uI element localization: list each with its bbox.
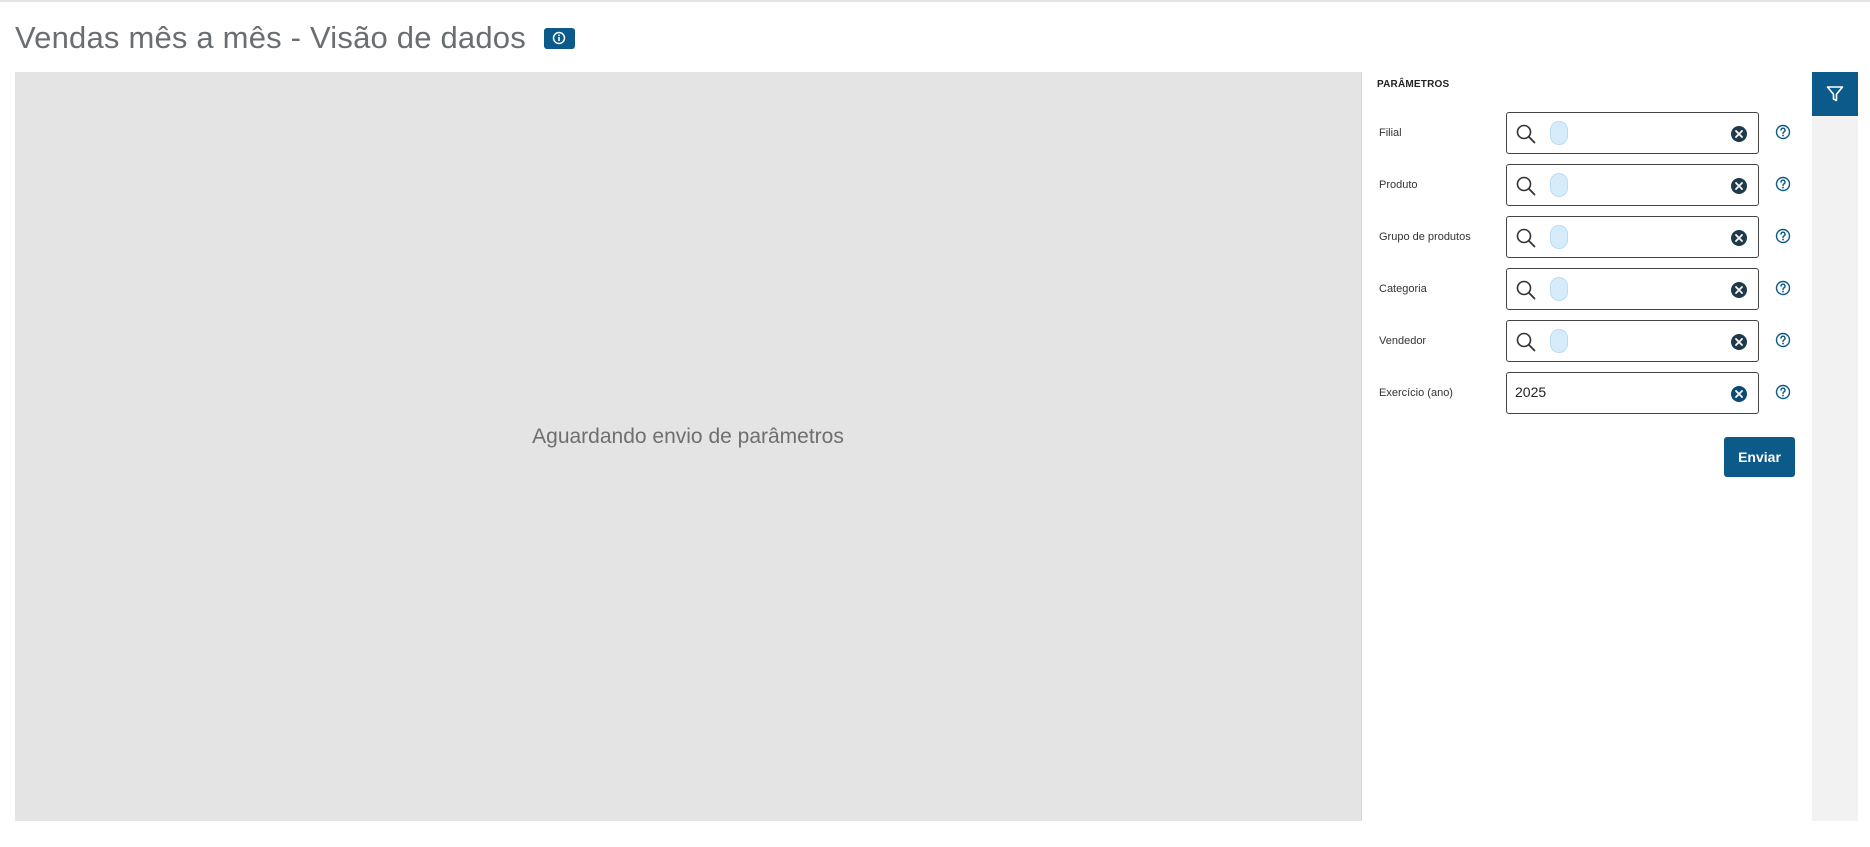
search-icon[interactable] <box>1515 175 1537 197</box>
help-icon[interactable] <box>1775 384 1791 400</box>
value-token[interactable] <box>1550 121 1568 145</box>
search-icon[interactable] <box>1515 331 1537 353</box>
value-token[interactable] <box>1550 277 1568 301</box>
param-row-produto: Produto <box>1379 164 1799 206</box>
preview-status-message: Aguardando envio de parâmetros <box>532 424 844 448</box>
side-rail <box>1812 72 1858 821</box>
filial-lookup-field[interactable] <box>1506 112 1759 154</box>
filter-toggle-button[interactable] <box>1812 72 1858 116</box>
page-header: Vendas mês a mês - Visão de dados <box>15 18 575 58</box>
value-token[interactable] <box>1550 225 1568 249</box>
value-token[interactable] <box>1550 329 1568 353</box>
param-row-categoria: Categoria <box>1379 268 1799 310</box>
clear-icon[interactable] <box>1730 385 1748 403</box>
grupo-de-produtos-lookup-field[interactable] <box>1506 216 1759 258</box>
info-icon <box>553 31 566 45</box>
param-row-vendedor: Vendedor <box>1379 320 1799 362</box>
clear-icon[interactable] <box>1730 281 1748 299</box>
help-icon[interactable] <box>1775 332 1791 348</box>
parameters-heading: PARÂMETROS <box>1377 79 1450 90</box>
param-row-grupo-de-produtos: Grupo de produtos <box>1379 216 1799 258</box>
param-row-exercicio: Exercício (ano) 2025 <box>1379 372 1799 414</box>
exercicio-input[interactable]: 2025 <box>1506 372 1759 414</box>
param-row-filial: Filial <box>1379 112 1799 154</box>
help-icon[interactable] <box>1775 176 1791 192</box>
info-button[interactable] <box>543 27 575 49</box>
help-icon[interactable] <box>1775 280 1791 296</box>
search-icon[interactable] <box>1515 123 1537 145</box>
param-label: Filial <box>1379 127 1402 139</box>
send-button[interactable]: Enviar <box>1724 437 1795 477</box>
produto-lookup-field[interactable] <box>1506 164 1759 206</box>
clear-icon[interactable] <box>1730 333 1748 351</box>
page-title: Vendas mês a mês - Visão de dados <box>15 20 526 55</box>
param-label: Vendedor <box>1379 335 1427 347</box>
report-preview-area: Aguardando envio de parâmetros <box>15 72 1362 821</box>
categoria-lookup-field[interactable] <box>1506 268 1759 310</box>
param-label: Produto <box>1379 179 1418 191</box>
filter-icon <box>1826 86 1844 102</box>
search-icon[interactable] <box>1515 279 1537 301</box>
help-icon[interactable] <box>1775 228 1791 244</box>
clear-icon[interactable] <box>1730 177 1748 195</box>
vendedor-lookup-field[interactable] <box>1506 320 1759 362</box>
search-icon[interactable] <box>1515 227 1537 249</box>
help-icon[interactable] <box>1775 124 1791 140</box>
clear-icon[interactable] <box>1730 229 1748 247</box>
value-token[interactable] <box>1550 173 1568 197</box>
exercicio-value[interactable]: 2025 <box>1515 373 1546 413</box>
clear-icon[interactable] <box>1730 125 1748 143</box>
param-label: Exercício (ano) <box>1379 387 1453 399</box>
param-label: Grupo de produtos <box>1379 231 1471 243</box>
top-divider <box>0 0 1870 2</box>
param-label: Categoria <box>1379 283 1427 295</box>
